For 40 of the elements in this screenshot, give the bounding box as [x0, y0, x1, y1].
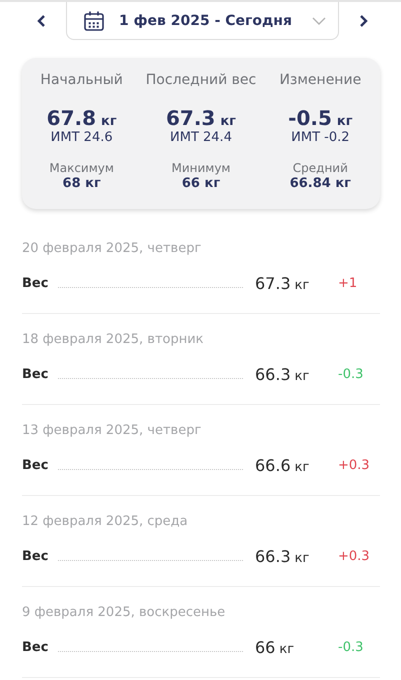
bmi-value: ИМТ 24.4 — [170, 130, 232, 145]
stat-title: Средний — [292, 161, 348, 175]
calendar-icon — [83, 10, 105, 32]
stat-value: 67.3 кг — [166, 106, 236, 130]
weight-change: +0.3 — [338, 549, 370, 564]
weight-value: 67.3 кг — [255, 274, 310, 293]
bmi-value: ИМТ -0.2 — [291, 130, 350, 145]
stat-value: 66 кг — [182, 176, 220, 191]
entry-label: Вес — [22, 367, 50, 382]
entry-date: 9 февраля 2025, воскресенье — [22, 605, 226, 620]
chevron-left-icon — [36, 14, 48, 28]
chevron-right-icon — [357, 14, 369, 28]
entry-date: 12 февраля 2025, среда — [22, 514, 189, 529]
stat-value: 67.8 кг — [46, 106, 117, 130]
entry-label: Вес — [22, 549, 50, 564]
stat-title: Максимум — [49, 161, 114, 175]
stat-title: Последний вес — [146, 72, 256, 88]
weight-change: +1 — [338, 276, 358, 291]
weight-value: 66.6 кг — [255, 456, 310, 475]
weight-change: +0.3 — [338, 458, 370, 473]
entry-label: Вес — [22, 640, 50, 655]
entry-date: 13 февраля 2025, четверг — [22, 423, 202, 438]
stat-title: Начальный — [40, 72, 123, 88]
entry-label: Вес — [22, 458, 50, 473]
chevron-down-icon — [312, 16, 326, 24]
date-range-dropdown[interactable]: 1 фев 2025 - Сегодня — [66, 2, 339, 40]
entry-date: 18 февраля 2025, вторник — [22, 332, 205, 347]
bmi-value: ИМТ 24.6 — [50, 130, 113, 145]
stat-value: 66.84 кг — [290, 176, 351, 191]
weight-value: 66 кг — [255, 638, 296, 657]
stat-value: 68 кг — [62, 176, 101, 191]
entry-date: 20 февраля 2025, четверг — [22, 241, 202, 256]
stat-value: -0.5 кг — [288, 106, 352, 130]
weight-value: 66.3 кг — [255, 365, 310, 384]
weight-value: 66.3 кг — [255, 547, 310, 566]
weight-change: -0.3 — [338, 640, 364, 655]
stat-title: Изменение — [279, 72, 362, 88]
entry-label: Вес — [22, 276, 50, 291]
weight-change: -0.3 — [338, 367, 364, 382]
stat-title: Минимум — [171, 161, 230, 175]
